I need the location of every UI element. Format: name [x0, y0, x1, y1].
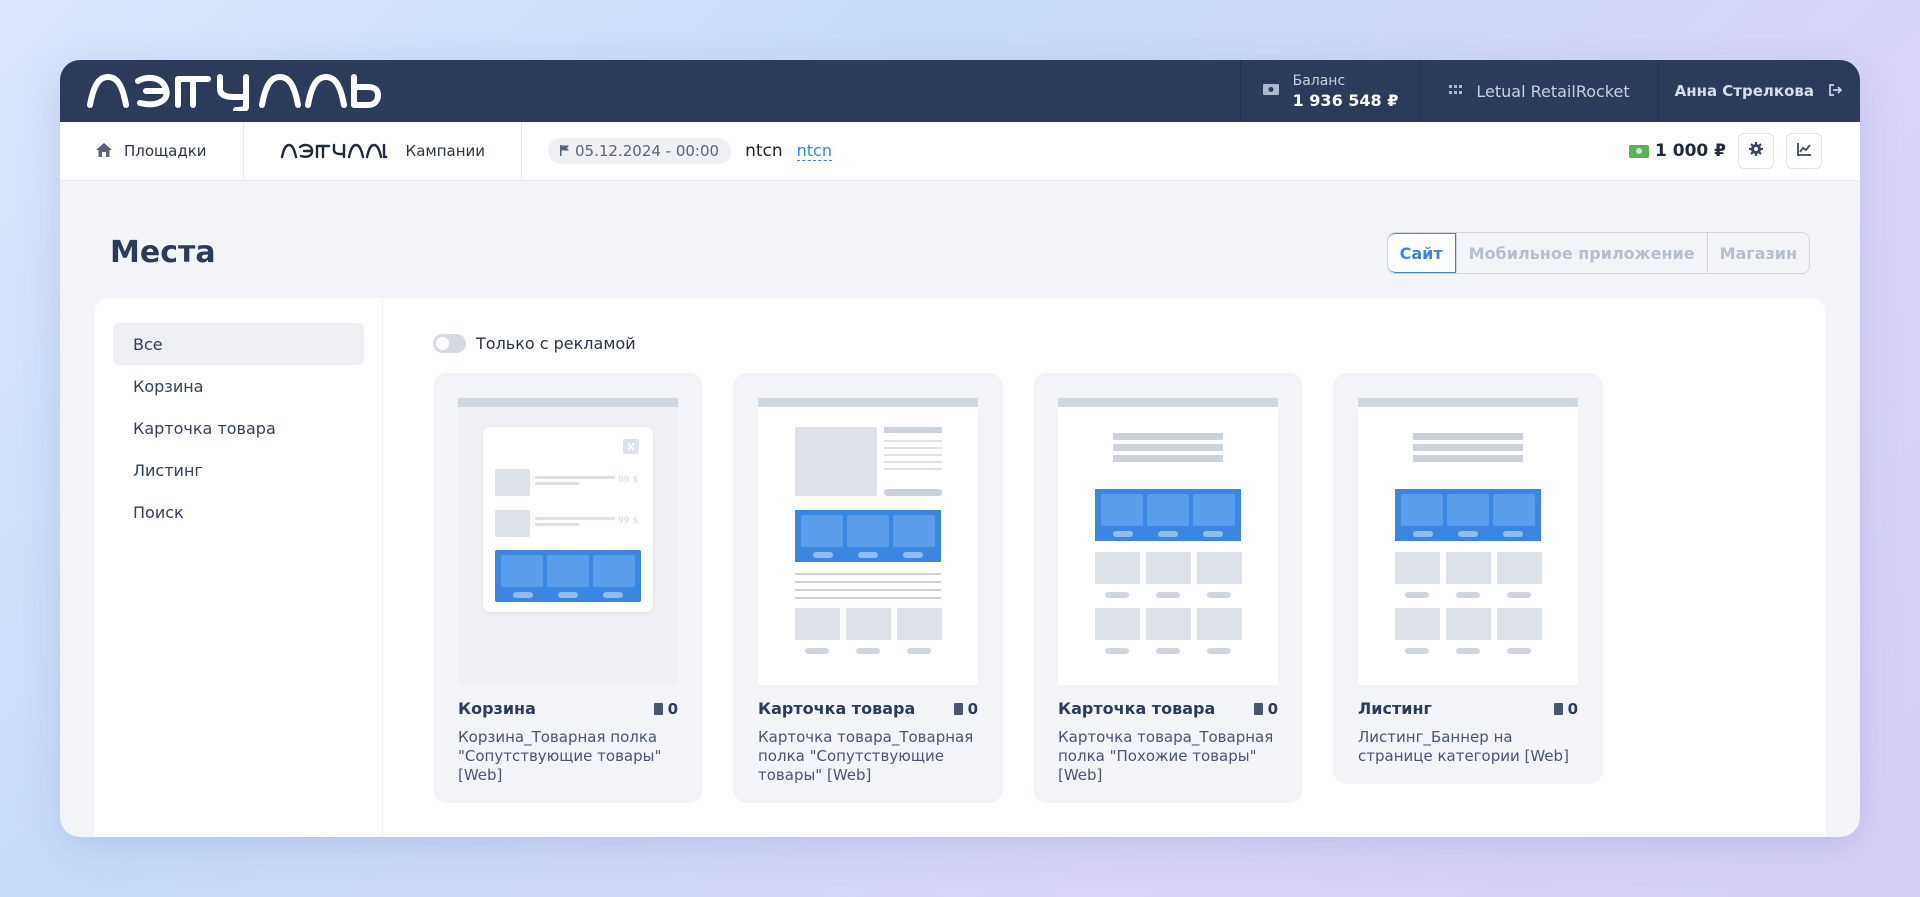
place-card-count-value: 0	[1267, 699, 1278, 718]
segment-site[interactable]: Сайт	[1387, 233, 1456, 273]
place-card-description: Карточка товара_Товарная полка "Сопутств…	[758, 728, 974, 784]
balance-label: Баланс	[1292, 72, 1346, 89]
place-preview: 99 $ 99 $	[458, 398, 678, 685]
place-card[interactable]: Листинг 0 Листинг_Баннер на странице кат…	[1333, 373, 1603, 784]
nav-campaigns-label: Кампании	[405, 142, 486, 160]
segment-store[interactable]: Магазин	[1706, 233, 1809, 273]
place-card-description: Корзина_Товарная полка "Сопутствующие то…	[458, 728, 662, 784]
ads-only-filter: Только с рекламой	[433, 323, 1825, 363]
top-bar: Баланс 1 936 548 ₽ Letual RetailRocket А…	[60, 60, 1860, 122]
app-window: Баланс 1 936 548 ₽ Letual RetailRocket А…	[60, 60, 1860, 837]
sidebar-item-cart[interactable]: Корзина	[113, 365, 364, 407]
nav-campaigns[interactable]: Кампании	[244, 122, 523, 180]
subbar-actions: 1 000 ₽	[1629, 122, 1860, 180]
navigation-bar: Площадки Кампании 05.12.2024 - 00:00 ntc…	[60, 122, 1860, 181]
ads-only-toggle[interactable]	[433, 333, 466, 353]
place-card[interactable]: 99 $ 99 $ Корзина 0 Корзина_Товарная пол…	[433, 373, 703, 803]
money-icon	[1629, 144, 1650, 158]
letual-small-logo	[280, 143, 387, 159]
place-preview	[1358, 398, 1578, 685]
project-name: Letual RetailRocket	[1476, 81, 1630, 101]
balance-block[interactable]: Баланс 1 936 548 ₽	[1239, 60, 1421, 122]
campaign-link[interactable]: ntcn	[796, 141, 832, 161]
place-card-header: Листинг 0	[1358, 699, 1578, 718]
place-card-title: Листинг	[1358, 699, 1432, 718]
statistics-button[interactable]	[1786, 133, 1822, 169]
user-name: Анна Стрелкова	[1674, 82, 1814, 100]
place-card-title: Корзина	[458, 699, 536, 718]
document-icon	[1253, 702, 1263, 715]
logout-icon[interactable]	[1828, 83, 1843, 100]
place-card-count: 0	[653, 699, 678, 718]
place-card-count-value: 0	[667, 699, 678, 718]
settings-button[interactable]	[1738, 133, 1774, 169]
brand-logo[interactable]	[60, 60, 1240, 122]
place-card-count: 0	[953, 699, 978, 718]
campaign-date: 05.12.2024 - 00:00	[548, 138, 732, 164]
sidebar-item-search[interactable]: Поиск	[113, 491, 364, 533]
place-card-count: 0	[1553, 699, 1578, 718]
ads-only-label: Только с рекламой	[476, 333, 636, 353]
project-selector[interactable]: Letual RetailRocket	[1420, 60, 1657, 122]
price-label: 99 $	[618, 516, 639, 526]
page-title: Места	[110, 235, 216, 270]
place-card-description: Карточка товара_Товарная полка "Похожие …	[1058, 728, 1274, 784]
place-card-count-value: 0	[1567, 699, 1578, 718]
place-preview	[1058, 398, 1278, 685]
document-icon	[1553, 702, 1563, 715]
places-sidebar: Все Корзина Карточка товара Листинг Поис…	[95, 298, 383, 837]
place-card-title: Карточка товара	[1058, 699, 1216, 718]
place-card[interactable]: Карточка товара 0 Карточка товара_Товарн…	[1033, 373, 1303, 803]
campaign-date-text: 05.12.2024 - 00:00	[575, 142, 720, 160]
letual-logo	[87, 74, 381, 111]
gear-icon	[1749, 142, 1763, 160]
campaign-budget: 1 000 ₽	[1629, 141, 1726, 161]
place-cards: 99 $ 99 $ Корзина 0 Корзина_Товарная пол…	[433, 373, 1825, 803]
flag-icon	[560, 142, 570, 160]
campaign-name: ntcn	[745, 141, 783, 161]
cart-modal-mock: 99 $ 99 $	[483, 427, 653, 612]
close-icon	[623, 439, 639, 454]
chart-icon	[1797, 142, 1811, 160]
nav-home[interactable]: Площадки	[60, 122, 244, 180]
campaign-budget-value: 1 000 ₽	[1655, 141, 1726, 161]
document-icon	[953, 702, 963, 715]
place-card-title: Карточка товара	[758, 699, 916, 718]
place-card-count-value: 0	[967, 699, 978, 718]
sidebar-item-all[interactable]: Все	[113, 323, 364, 365]
place-card[interactable]: Карточка товара 0 Карточка товара_Товарн…	[733, 373, 1003, 803]
balance-value: 1 936 548 ₽	[1292, 90, 1399, 110]
places-panel: Все Корзина Карточка товара Листинг Поис…	[95, 298, 1825, 837]
sidebar-item-product-card[interactable]: Карточка товара	[113, 407, 364, 449]
places-content: Только с рекламой 99 $ 99 $ Корзина 0 Ко…	[433, 323, 1825, 803]
place-card-count: 0	[1253, 699, 1278, 718]
place-card-header: Карточка товара 0	[1058, 699, 1278, 718]
grid-icon	[1449, 84, 1463, 98]
place-card-header: Корзина 0	[458, 699, 678, 718]
sidebar-item-listing[interactable]: Листинг	[113, 449, 364, 491]
cash-icon	[1262, 84, 1279, 98]
document-icon	[653, 702, 663, 715]
platform-switch: Сайт Мобильное приложение Магазин	[1386, 232, 1810, 274]
user-menu[interactable]: Анна Стрелкова	[1657, 60, 1860, 122]
home-icon	[96, 142, 112, 161]
segment-mobile-app[interactable]: Мобильное приложение	[1455, 233, 1707, 273]
place-card-description: Листинг_Баннер на странице категории [We…	[1358, 728, 1569, 765]
place-preview	[758, 398, 978, 685]
price-label: 99 $	[618, 475, 639, 485]
place-card-header: Карточка товара 0	[758, 699, 978, 718]
nav-home-label: Площадки	[124, 142, 207, 160]
